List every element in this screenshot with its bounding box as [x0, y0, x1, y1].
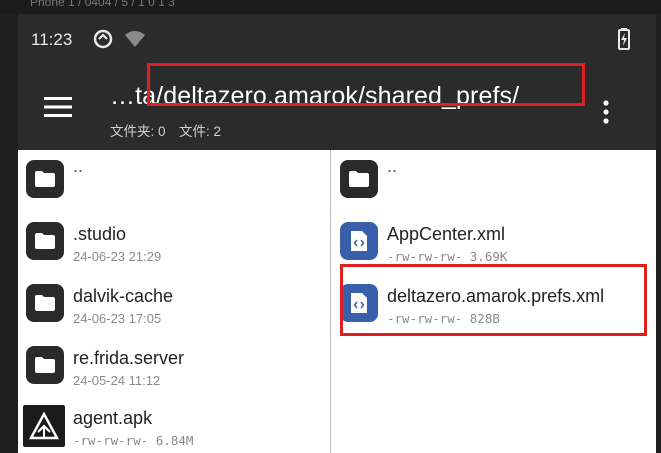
list-item[interactable]: re.frida.server 24-05-24 11:12: [18, 336, 330, 396]
file-name: dalvik-cache: [73, 286, 174, 306]
status-bar: 11:23: [18, 14, 656, 62]
current-path: …ta/deltazero.amarok/shared_prefs/: [110, 82, 520, 110]
folder-icon: [340, 160, 378, 198]
file-name: re.frida.server: [73, 348, 185, 368]
list-item[interactable]: dalvik-cache 24-06-23 17:05: [18, 274, 330, 334]
more-vert-icon: [603, 100, 609, 124]
file-meta: -rw-rw-rw- 3.69K: [387, 249, 508, 264]
folder-count: 文件夹: 0: [110, 124, 166, 139]
menu-button[interactable]: [40, 92, 76, 122]
file-name: ..: [387, 156, 398, 176]
file-name: AppCenter.xml: [387, 224, 506, 244]
status-time: 11:23: [31, 30, 73, 49]
file-meta: -rw-rw-rw- 828B: [387, 311, 500, 326]
file-name: .studio: [73, 224, 127, 244]
folder-icon: [26, 346, 64, 384]
file-name: ..: [73, 156, 84, 176]
folder-icon: [26, 160, 64, 198]
file-name: agent.apk: [73, 408, 153, 428]
phone-screen: 11:23 …ta/deltazero.amarok/shared_prefs/…: [18, 14, 656, 453]
more-options-button[interactable]: [594, 92, 618, 132]
wifi-icon: [124, 30, 146, 53]
xml-file-icon: [340, 222, 378, 260]
left-file-pane: .. .studio 24-06-23 21:29 dalvik-cache 2…: [18, 150, 330, 453]
emulator-titlebar: Phone 1 / 0404 / 5 / 1 0 1 3: [0, 0, 661, 14]
list-item[interactable]: ..: [331, 150, 656, 210]
file-meta: 24-06-23 21:29: [73, 249, 162, 264]
list-item[interactable]: .studio 24-06-23 21:29: [18, 212, 330, 272]
file-meta: -rw-rw-rw- 6.84M: [73, 433, 194, 448]
folder-icon: [26, 284, 64, 322]
list-item[interactable]: agent.apk -rw-rw-rw- 6.84M: [18, 396, 330, 453]
file-count: 文件: 2: [179, 124, 222, 139]
app-toolbar: …ta/deltazero.amarok/shared_prefs/ 文件夹: …: [18, 62, 656, 150]
file-meta: 24-06-23 17:05: [73, 311, 162, 326]
file-name: deltazero.amarok.prefs.xml: [387, 286, 605, 306]
path-summary: 文件夹: 0 文件: 2: [110, 120, 221, 140]
battery-icon: [618, 28, 630, 55]
hamburger-menu-icon: [44, 97, 72, 117]
apk-app-icon: [23, 405, 65, 447]
folder-icon: [26, 222, 64, 260]
emulator-title: Phone 1 / 0404 / 5 / 1 0 1 3: [30, 0, 175, 9]
right-file-pane: .. AppCenter.xml -rw-rw-rw- 3.69K deltaz…: [331, 150, 656, 453]
xml-file-icon: [340, 284, 378, 322]
list-item[interactable]: deltazero.amarok.prefs.xml -rw-rw-rw- 82…: [331, 274, 656, 334]
vpn-icon: [92, 28, 114, 55]
list-item[interactable]: AppCenter.xml -rw-rw-rw- 3.69K: [331, 212, 656, 272]
list-item[interactable]: ..: [18, 150, 330, 210]
file-meta: 24-05-24 11:12: [73, 373, 161, 388]
